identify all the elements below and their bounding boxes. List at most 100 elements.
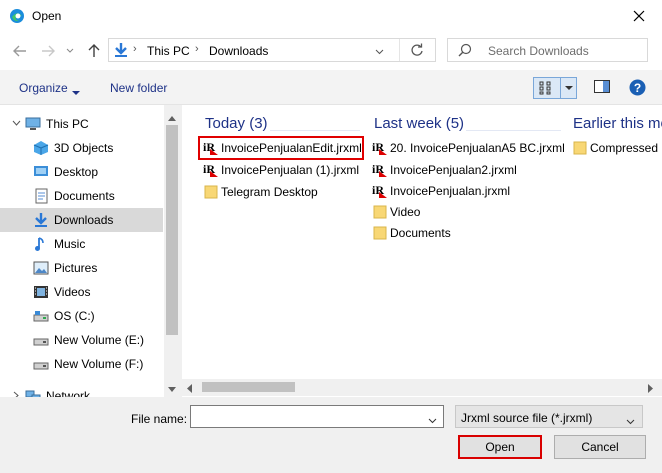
address-dropdown-button[interactable] xyxy=(375,44,384,58)
group-header-last-week[interactable]: Last week (5) xyxy=(374,115,464,132)
chevron-down-icon xyxy=(72,85,80,99)
group-header-today[interactable]: Today (3) xyxy=(205,115,268,132)
breadcrumb-downloads[interactable]: Downloads xyxy=(209,44,268,58)
nav-item-network[interactable]: Network xyxy=(0,384,163,397)
nav-item-os-c[interactable]: OS (C:) xyxy=(0,304,163,328)
file-name: InvoicePenjualanEdit.jrxml xyxy=(221,141,362,155)
chevron-down-icon xyxy=(66,48,74,53)
drive-icon xyxy=(33,308,49,324)
cancel-button[interactable]: Cancel xyxy=(554,435,646,459)
chevron-right-icon[interactable] xyxy=(12,389,21,397)
scroll-right-icon[interactable] xyxy=(648,382,653,396)
file-name: Documents xyxy=(390,226,451,240)
forward-button[interactable] xyxy=(38,41,58,61)
arrow-up-icon xyxy=(88,44,100,57)
preview-pane-icon xyxy=(594,80,610,93)
file-name: Telegram Desktop xyxy=(221,185,318,199)
scrollbar-thumb[interactable] xyxy=(202,382,295,392)
file-type-value: Jrxml source file (*.jrxml) xyxy=(461,411,593,425)
pictures-icon xyxy=(33,260,49,276)
nav-item-label: OS (C:) xyxy=(54,309,95,323)
jrxml-file-icon: iR xyxy=(372,161,388,177)
file-name-input[interactable] xyxy=(190,405,444,428)
file-name: Video xyxy=(390,205,421,219)
close-button[interactable] xyxy=(616,0,662,32)
search-box[interactable]: Search Downloads xyxy=(447,38,648,62)
preview-pane-button[interactable] xyxy=(594,80,610,97)
navigation-scrollbar[interactable] xyxy=(164,105,180,397)
title-bar: Open xyxy=(0,0,662,32)
nav-item-desktop[interactable]: Desktop xyxy=(0,160,163,184)
nav-item-documents[interactable]: Documents xyxy=(0,184,163,208)
breadcrumb-separator-icon: › xyxy=(133,43,137,55)
folder-icon xyxy=(372,203,388,219)
help-button[interactable]: ? xyxy=(629,79,646,99)
new-folder-button[interactable]: New folder xyxy=(110,81,167,95)
window-title: Open xyxy=(32,9,62,23)
arrow-left-icon xyxy=(13,45,26,57)
chevron-down-icon xyxy=(375,49,384,55)
folder-icon xyxy=(572,139,588,155)
nav-item-label: Downloads xyxy=(54,213,114,227)
download-icon xyxy=(113,42,129,61)
scroll-left-icon[interactable] xyxy=(187,382,192,396)
breadcrumb-this-pc[interactable]: This PC xyxy=(147,44,190,58)
jrxml-file-icon: iR xyxy=(203,139,219,155)
divider xyxy=(466,130,561,131)
file-name: 20. InvoicePenjualanA5 BC.jrxml xyxy=(390,141,565,155)
search-icon xyxy=(458,43,472,60)
refresh-button[interactable] xyxy=(409,42,425,61)
divider xyxy=(270,130,360,131)
desktop-icon xyxy=(33,164,49,180)
file-name: InvoicePenjualan.jrxml xyxy=(390,184,511,198)
scroll-up-icon[interactable] xyxy=(168,110,176,124)
file-list: Today (3) iR InvoicePenjualanEdit.jrxml … xyxy=(182,105,662,397)
folder-icon xyxy=(372,224,388,240)
nav-item-this-pc[interactable]: This PC xyxy=(0,112,163,136)
arrow-right-icon xyxy=(42,45,55,57)
scroll-down-icon[interactable] xyxy=(168,381,176,395)
nav-item-pictures[interactable]: Pictures xyxy=(0,256,163,280)
search-input[interactable]: Search Downloads xyxy=(488,44,589,58)
file-name-label: File name: xyxy=(131,412,188,426)
file-type-select[interactable]: Jrxml source file (*.jrxml) xyxy=(455,405,643,428)
nav-item-label: Network xyxy=(46,389,91,397)
drive-icon xyxy=(33,332,49,348)
cube-icon xyxy=(33,140,49,156)
scrollbar-thumb[interactable] xyxy=(166,125,178,335)
nav-item-new-volume-e[interactable]: New Volume (E:) xyxy=(0,328,163,352)
file-list-scrollbar[interactable] xyxy=(182,379,662,396)
folder-icon xyxy=(203,183,219,199)
nav-item-label: Music xyxy=(54,237,86,251)
drive-icon xyxy=(33,356,49,372)
organize-button[interactable]: Organize xyxy=(19,81,68,95)
group-header-earlier-this-month[interactable]: Earlier this mo xyxy=(573,115,662,132)
divider xyxy=(399,39,400,61)
chevron-down-icon xyxy=(565,86,573,90)
help-icon: ? xyxy=(629,79,646,96)
nav-item-3d-objects[interactable]: 3D Objects xyxy=(0,136,163,160)
svg-text:?: ? xyxy=(634,81,641,95)
nav-item-label: Videos xyxy=(54,285,91,299)
chevron-down-icon[interactable] xyxy=(12,117,21,131)
file-name: Compressed xyxy=(590,141,659,155)
monitor-icon xyxy=(25,116,41,132)
chevron-down-icon[interactable] xyxy=(428,413,437,427)
address-bar[interactable]: › This PC › Downloads xyxy=(108,38,436,62)
up-button[interactable] xyxy=(84,41,104,61)
nav-item-label: 3D Objects xyxy=(54,141,114,155)
nav-item-new-volume-f[interactable]: New Volume (F:) xyxy=(0,352,163,376)
nav-item-music[interactable]: Music xyxy=(0,232,163,256)
music-icon xyxy=(33,236,49,252)
navigation-pane: This PC 3D Objects Desktop Documents Dow… xyxy=(0,105,180,397)
open-button[interactable]: Open xyxy=(458,435,542,459)
change-view-button[interactable] xyxy=(533,77,577,99)
edge-icon xyxy=(9,8,25,24)
chevron-down-icon xyxy=(626,414,635,428)
breadcrumb-separator-icon: › xyxy=(195,43,199,55)
back-button[interactable] xyxy=(10,41,30,61)
recent-locations-button[interactable] xyxy=(60,41,80,61)
jrxml-file-icon: iR xyxy=(372,182,388,198)
nav-item-downloads[interactable]: Downloads xyxy=(0,208,163,232)
nav-item-videos[interactable]: Videos xyxy=(0,280,163,304)
